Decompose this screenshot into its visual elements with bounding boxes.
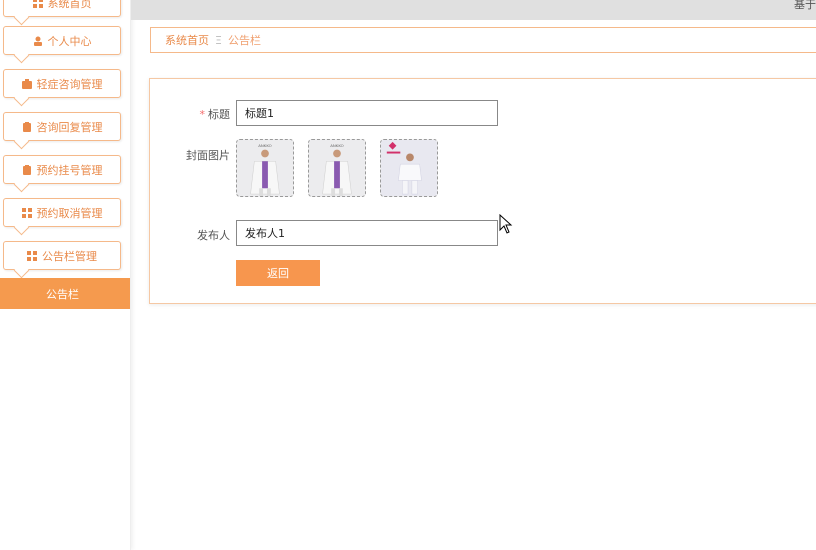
svg-text:ANKKO: ANKKO <box>258 143 271 148</box>
required-mark: * <box>199 108 206 121</box>
grid-icon <box>21 207 32 218</box>
user-icon <box>33 36 43 46</box>
sidebar-item-home[interactable]: 系统首页 <box>3 0 121 17</box>
sidebar: 系统首页 个人中心 轻症咨询管理 咨询回复管理 预约挂号管理 预约取消管理 公告… <box>0 0 131 550</box>
briefcase-icon <box>21 78 32 89</box>
publisher-input[interactable]: 发布人1 <box>236 220 498 246</box>
grid-icon <box>27 250 37 261</box>
sidebar-item-cancel[interactable]: 预约取消管理 <box>3 198 121 227</box>
sidebar-item-notice-manage[interactable]: 公告栏管理 <box>3 241 121 270</box>
title-label: * 标题 <box>199 108 231 121</box>
clipboard-icon <box>22 121 32 132</box>
cover-image-2[interactable]: ANKKO <box>308 139 366 197</box>
sidebar-item-label: 咨询回复管理 <box>36 120 103 134</box>
cover-label: 封面图片 <box>186 149 230 162</box>
title-input[interactable]: 标题1 <box>236 100 498 126</box>
breadcrumb-home[interactable]: 系统首页 <box>165 32 209 48</box>
sidebar-item-appointment[interactable]: 预约挂号管理 <box>3 155 121 184</box>
sidebar-item-label: 公告栏管理 <box>42 249 97 263</box>
top-bar: 基于 <box>131 0 816 20</box>
breadcrumb: 系统首页 Ξ 公告栏 <box>150 27 816 53</box>
site-title: 基于 <box>794 0 816 11</box>
sidebar-item-label: 个人中心 <box>47 34 92 48</box>
publisher-label: 发布人 <box>197 229 230 242</box>
sidebar-item-label: 预约挂号管理 <box>36 163 103 177</box>
grid-icon <box>32 0 43 8</box>
sidebar-item-consult[interactable]: 轻症咨询管理 <box>3 69 121 98</box>
breadcrumb-separator: Ξ <box>215 33 222 47</box>
mouse-cursor-icon <box>499 214 513 234</box>
sidebar-item-reply[interactable]: 咨询回复管理 <box>3 112 121 141</box>
clipboard-icon <box>22 164 32 175</box>
svg-text:ANKKO: ANKKO <box>330 143 343 148</box>
detail-form: * 标题 标题1 封面图片 ANKKO ANKKO 发布人 发布人1 返回 <box>149 78 816 304</box>
cover-image-1[interactable]: ANKKO <box>236 139 294 197</box>
cover-image-3[interactable] <box>380 139 438 197</box>
sidebar-item-label: 系统首页 <box>47 0 92 10</box>
sidebar-item-personal-center[interactable]: 个人中心 <box>3 26 121 55</box>
sidebar-subitem-notice[interactable]: 公告栏 <box>0 278 130 309</box>
sidebar-item-label: 轻症咨询管理 <box>36 77 103 91</box>
breadcrumb-current: 公告栏 <box>227 34 261 47</box>
back-button[interactable]: 返回 <box>236 260 320 286</box>
sidebar-item-label: 预约取消管理 <box>36 206 103 220</box>
